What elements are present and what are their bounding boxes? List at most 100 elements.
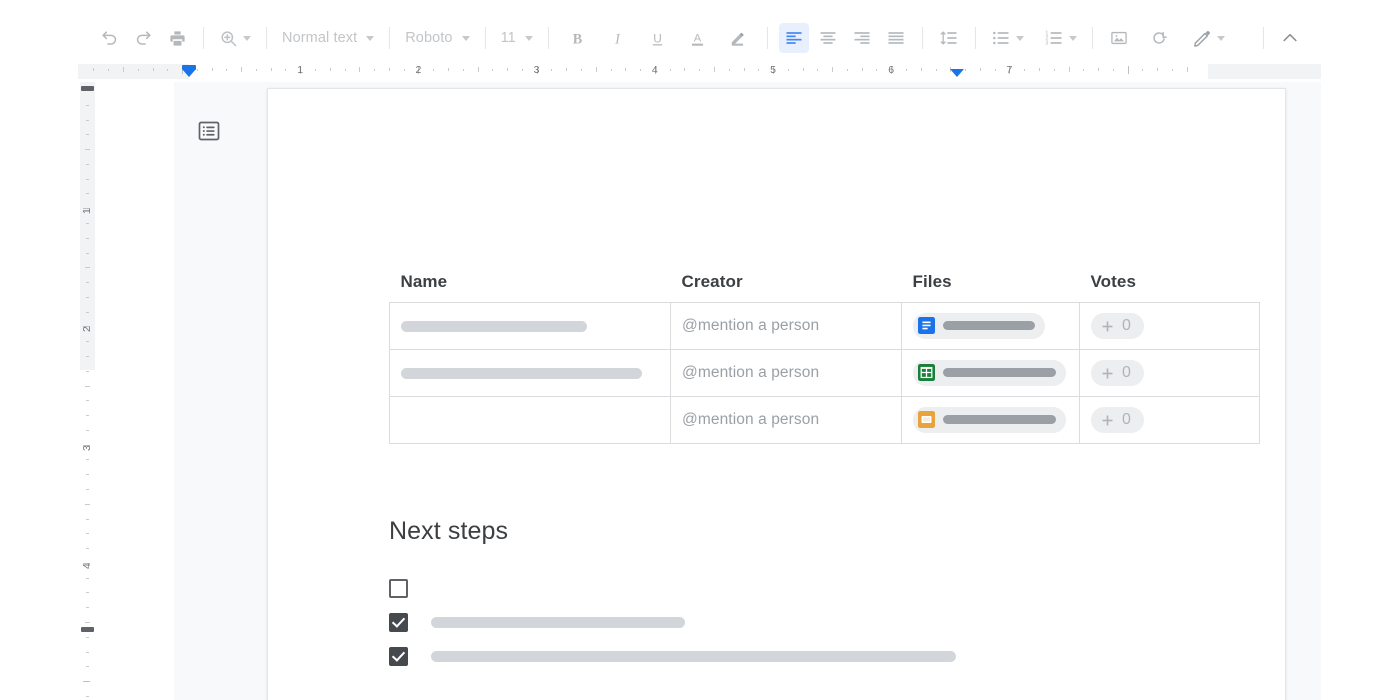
mention-placeholder[interactable]: @mention a person xyxy=(682,317,819,334)
redo-button[interactable] xyxy=(128,23,158,53)
align-left-button[interactable] xyxy=(779,23,809,53)
underline-button[interactable]: U xyxy=(643,23,673,53)
file-chip[interactable] xyxy=(913,360,1066,386)
file-chip[interactable] xyxy=(913,407,1066,433)
align-justify-icon xyxy=(886,28,906,48)
document-canvas: Name Creator Files Votes @mention a pers… xyxy=(174,82,1321,700)
docs-editor-window: Normal text Roboto 11 B I xyxy=(0,0,1400,700)
toolbar-divider-4 xyxy=(485,27,486,49)
document-page[interactable]: Name Creator Files Votes @mention a pers… xyxy=(267,88,1286,700)
zoom-icon xyxy=(219,29,238,48)
cell-creator[interactable]: @mention a person xyxy=(671,303,902,350)
mention-placeholder[interactable]: @mention a person xyxy=(682,364,819,381)
mention-placeholder[interactable]: @mention a person xyxy=(682,411,819,428)
numbered-list-icon: 123 xyxy=(1044,28,1064,48)
document-content: Name Creator Files Votes @mention a pers… xyxy=(389,272,1229,444)
cell-name[interactable] xyxy=(390,397,671,444)
bulleted-list-icon xyxy=(991,28,1011,48)
vote-chip[interactable]: 0 xyxy=(1091,360,1144,386)
collapse-menus-button[interactable] xyxy=(1275,23,1305,53)
top-margin-handle[interactable] xyxy=(81,86,94,91)
cell-files[interactable] xyxy=(902,397,1080,444)
editing-mode-caret-icon xyxy=(1217,36,1225,41)
checkbox-unchecked-icon[interactable] xyxy=(389,579,408,598)
text-color-button[interactable]: A xyxy=(683,23,713,53)
checklist-item[interactable] xyxy=(389,571,1229,605)
highlight-color-button[interactable] xyxy=(723,23,753,53)
google-sheets-icon xyxy=(918,364,935,381)
table-row[interactable]: @mention a person 0 xyxy=(390,350,1260,397)
font-size-dropdown[interactable]: 11 xyxy=(495,23,539,53)
align-justify-button[interactable] xyxy=(881,23,911,53)
line-spacing-button[interactable] xyxy=(934,23,964,53)
column-header-name: Name xyxy=(390,272,671,303)
align-right-button[interactable] xyxy=(847,23,877,53)
print-button[interactable] xyxy=(162,23,192,53)
first-line-indent-marker[interactable] xyxy=(182,69,196,77)
cell-creator[interactable]: @mention a person xyxy=(671,350,902,397)
spelling-check-button[interactable] xyxy=(1144,23,1174,53)
numbered-list-caret-icon xyxy=(1069,36,1077,41)
right-indent-marker[interactable] xyxy=(950,69,964,77)
column-header-files: Files xyxy=(902,272,1080,303)
vote-chip[interactable]: 0 xyxy=(1091,407,1144,433)
checklist-text-placeholder-bar xyxy=(431,617,685,628)
bulleted-list-dropdown[interactable] xyxy=(985,23,1030,53)
svg-text:U: U xyxy=(654,31,663,45)
file-chip[interactable] xyxy=(913,313,1045,339)
table-row[interactable]: @mention a person 0 xyxy=(390,303,1260,350)
insert-image-button[interactable] xyxy=(1104,23,1134,53)
checklist-item[interactable] xyxy=(389,605,1229,639)
next-steps-section: Next steps xyxy=(389,517,1229,673)
ruler-number: 2 xyxy=(415,64,421,76)
svg-text:I: I xyxy=(614,31,621,47)
horizontal-ruler[interactable]: 1234567 xyxy=(78,62,1321,82)
italic-button[interactable]: I xyxy=(603,23,633,53)
vertical-ruler[interactable]: 1234 xyxy=(78,82,96,700)
vote-chip[interactable]: 0 xyxy=(1091,313,1144,339)
undo-button[interactable] xyxy=(94,23,124,53)
cell-votes[interactable]: 0 xyxy=(1080,303,1260,350)
checkbox-checked-icon[interactable] xyxy=(389,613,408,632)
cell-votes[interactable]: 0 xyxy=(1080,350,1260,397)
vertical-ruler-number: 4 xyxy=(81,563,93,569)
document-outline-toggle[interactable] xyxy=(195,117,223,145)
name-placeholder-bar xyxy=(401,321,587,332)
cell-files[interactable] xyxy=(902,350,1080,397)
bold-button[interactable]: B xyxy=(563,23,593,53)
google-slides-icon xyxy=(918,411,935,428)
font-family-dropdown[interactable]: Roboto xyxy=(399,23,475,53)
cell-creator[interactable]: @mention a person xyxy=(671,397,902,444)
align-center-button[interactable] xyxy=(813,23,843,53)
toolbar-divider-2 xyxy=(266,27,267,49)
undo-icon xyxy=(100,29,119,48)
font-size-caret-icon xyxy=(525,36,533,41)
ruler-number: 7 xyxy=(1006,64,1012,76)
cell-votes[interactable]: 0 xyxy=(1080,397,1260,444)
column-header-creator: Creator xyxy=(671,272,902,303)
svg-text:3: 3 xyxy=(1045,41,1048,47)
window-left-margin xyxy=(0,0,78,700)
table-body: @mention a person0@mention a person0@men… xyxy=(390,303,1260,444)
checklist-text-placeholder-bar xyxy=(431,651,956,662)
cell-name[interactable] xyxy=(390,350,671,397)
vote-count: 0 xyxy=(1122,364,1131,382)
toolbar-divider-9 xyxy=(1092,27,1093,49)
checklist-item[interactable] xyxy=(389,639,1229,673)
cell-files[interactable] xyxy=(902,303,1080,350)
table-row[interactable]: @mention a person 0 xyxy=(390,397,1260,444)
paragraph-style-dropdown[interactable]: Normal text xyxy=(276,23,380,53)
plus-icon xyxy=(1100,366,1115,381)
bottom-margin-handle[interactable] xyxy=(81,627,94,632)
editing-mode-dropdown[interactable] xyxy=(1186,23,1231,53)
column-header-votes: Votes xyxy=(1080,272,1260,303)
checkbox-checked-icon[interactable] xyxy=(389,647,408,666)
zoom-control[interactable] xyxy=(213,23,257,53)
ruler-number: 1 xyxy=(297,64,303,76)
cell-name[interactable] xyxy=(390,303,671,350)
align-center-icon xyxy=(818,28,838,48)
numbered-list-dropdown[interactable]: 123 xyxy=(1038,23,1083,53)
toolbar-divider-3 xyxy=(389,27,390,49)
ruler-page-area xyxy=(189,64,1208,79)
line-spacing-icon xyxy=(939,28,959,48)
